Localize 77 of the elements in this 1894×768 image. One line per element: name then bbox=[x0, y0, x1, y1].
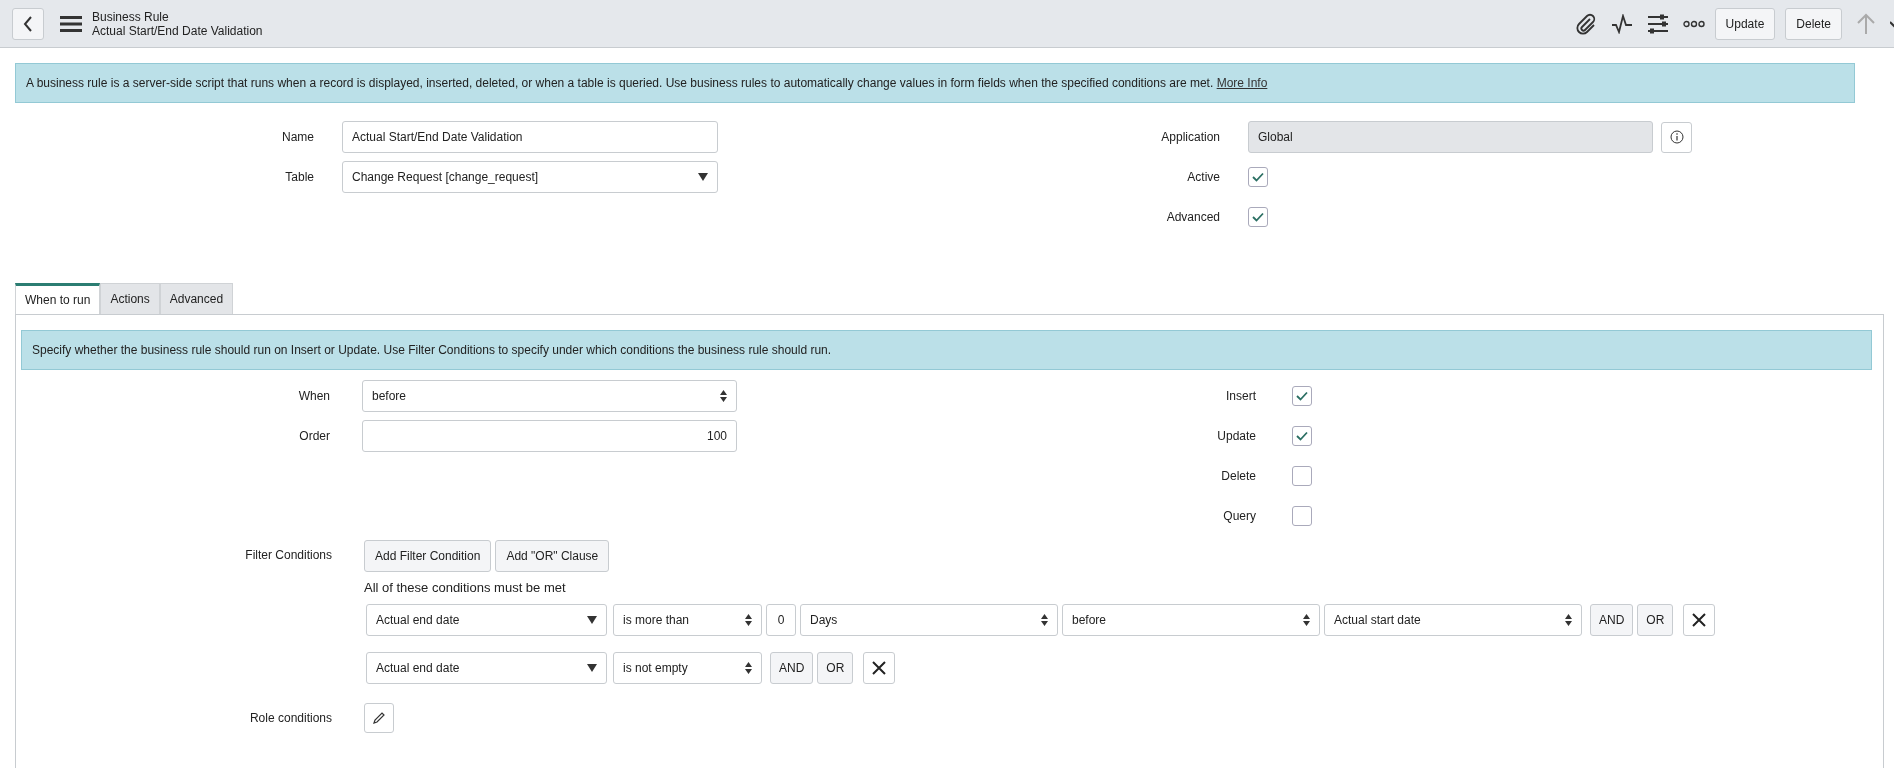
name-field[interactable]: Actual Start/End Date Validation bbox=[342, 121, 718, 153]
header-button[interactable]: Update bbox=[1714, 7, 1776, 40]
tab[interactable]: When to run bbox=[15, 283, 101, 314]
spinner-icon bbox=[1303, 614, 1310, 626]
info-text: Specify whether the business rule should run on Insert or Update. Use Filter Conditions to specify under which conditions the business rule should run. bbox=[32, 343, 832, 357]
remove-button[interactable] bbox=[1683, 604, 1716, 636]
condition-select[interactable]: before bbox=[1062, 604, 1320, 636]
pencil-icon bbox=[372, 711, 386, 725]
field-label: Query bbox=[1222, 509, 1257, 523]
check-icon bbox=[1296, 431, 1308, 441]
condition-select[interactable]: is more than bbox=[613, 604, 762, 636]
field-label: Update bbox=[1216, 429, 1257, 443]
field-label: Advanced bbox=[1165, 210, 1221, 224]
field-label: Insert bbox=[1225, 389, 1257, 403]
close-icon bbox=[872, 661, 887, 675]
close-icon bbox=[1692, 613, 1707, 627]
back-button[interactable] bbox=[12, 7, 44, 40]
checkbox[interactable] bbox=[1292, 386, 1312, 406]
spinner-icon bbox=[720, 390, 727, 402]
edit-button[interactable] bbox=[364, 703, 394, 733]
info-icon bbox=[1669, 130, 1684, 144]
caret-icon bbox=[698, 173, 708, 181]
menu-icon[interactable] bbox=[60, 15, 82, 32]
check-icon bbox=[1252, 212, 1264, 222]
condition-button[interactable]: AND bbox=[1590, 604, 1634, 636]
field-label: Delete bbox=[1220, 469, 1257, 483]
field-label: Role conditions bbox=[248, 710, 333, 725]
back-icon bbox=[23, 15, 33, 32]
tab[interactable]: Actions bbox=[100, 283, 160, 314]
activity-icon[interactable] bbox=[1610, 13, 1633, 34]
checkbox[interactable] bbox=[1292, 506, 1312, 526]
field-select[interactable]: Actual end date bbox=[366, 604, 607, 636]
field-label: Active bbox=[1186, 170, 1221, 184]
check-icon bbox=[1252, 172, 1264, 182]
checkbox[interactable] bbox=[1248, 167, 1268, 187]
settings-icon[interactable] bbox=[1646, 13, 1669, 34]
checkbox[interactable] bbox=[1292, 426, 1312, 446]
checkbox[interactable] bbox=[1292, 466, 1312, 486]
field-label: Application bbox=[1160, 130, 1221, 144]
check-icon bbox=[1296, 391, 1308, 401]
field-label: Name bbox=[281, 130, 315, 144]
tab[interactable]: Advanced bbox=[159, 283, 234, 314]
application-field: Global bbox=[1248, 121, 1653, 153]
info-icon-button[interactable] bbox=[1661, 121, 1692, 153]
checkbox[interactable] bbox=[1248, 207, 1268, 227]
filter-button[interactable]: Add Filter Condition bbox=[364, 540, 492, 572]
condition-button[interactable]: OR bbox=[1637, 604, 1674, 636]
header-button[interactable]: Delete bbox=[1785, 7, 1842, 40]
value-field[interactable]: 0 bbox=[766, 604, 796, 636]
field-label: Filter Conditions bbox=[244, 547, 333, 562]
condition-select[interactable]: Actual start date bbox=[1324, 604, 1582, 636]
field-select[interactable]: Actual end date bbox=[366, 652, 607, 684]
remove-button[interactable] bbox=[863, 652, 896, 684]
field-label: Table bbox=[284, 170, 315, 184]
when-select[interactable]: before bbox=[362, 380, 737, 412]
spinner-icon bbox=[745, 662, 752, 674]
condition-select[interactable]: is not empty bbox=[613, 652, 762, 684]
more-icon[interactable] bbox=[1682, 19, 1705, 28]
spinner-icon bbox=[1565, 614, 1572, 626]
record-type: Business Rule bbox=[92, 9, 170, 24]
record-title: Actual Start/End Date Validation bbox=[92, 23, 263, 38]
caret-icon bbox=[587, 664, 597, 672]
field-label: When bbox=[297, 389, 331, 403]
condition-select[interactable]: Days bbox=[800, 604, 1058, 636]
info-text: A business rule is a server-side script that runs when a record is displayed, inserted, deleted, or when a table is queried. Use business rules to automatically change values in form fields when the specified conditions are met. bbox=[26, 76, 1214, 90]
conditions-summary: All of these conditions must be met bbox=[364, 580, 567, 595]
condition-button[interactable]: AND bbox=[770, 652, 814, 684]
condition-button[interactable]: OR bbox=[817, 652, 854, 684]
spinner-icon bbox=[745, 614, 752, 626]
table-select[interactable]: Change Request [change_request] bbox=[342, 161, 718, 193]
order-field[interactable]: 100 bbox=[362, 420, 737, 452]
paperclip-icon[interactable] bbox=[1574, 12, 1597, 35]
spinner-icon bbox=[1041, 614, 1048, 626]
field-label: Order bbox=[298, 429, 331, 443]
filter-button[interactable]: Add "OR" Clause bbox=[495, 540, 610, 572]
caret-icon bbox=[587, 616, 597, 624]
more-info-link[interactable]: More Info bbox=[1216, 76, 1268, 90]
